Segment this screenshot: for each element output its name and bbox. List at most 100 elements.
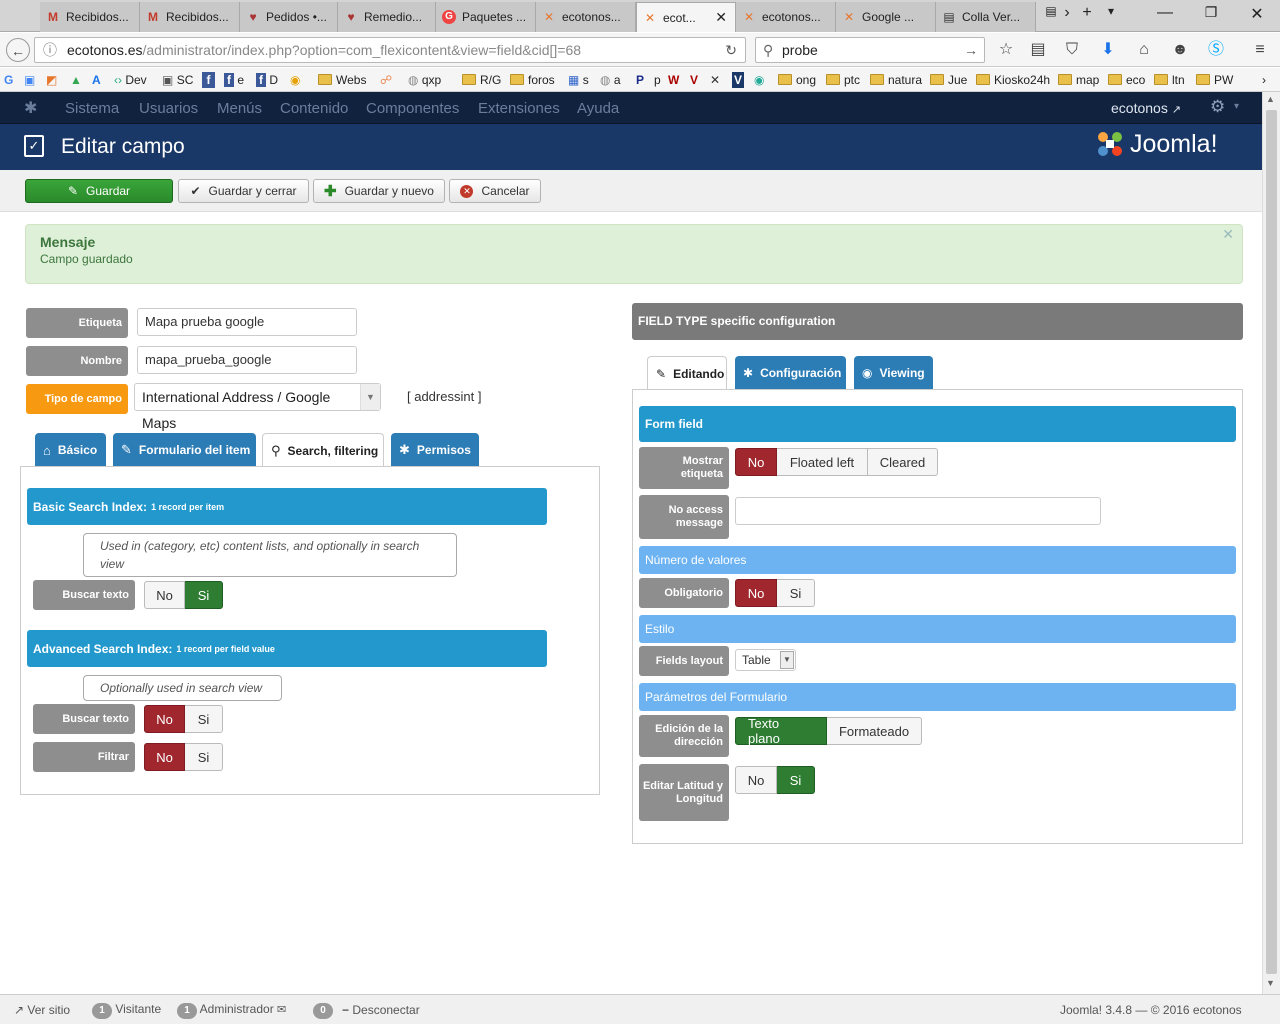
browser-tab[interactable]: ✕ ecotonos... xyxy=(736,2,836,32)
obligatorio-no-button[interactable]: No xyxy=(735,579,777,607)
site-icon[interactable]: V xyxy=(732,72,745,88)
save-button[interactable]: ✎ Guardar xyxy=(25,179,173,203)
tab-basico[interactable]: ⌂ Básico xyxy=(35,433,106,467)
editar-lat-si-button[interactable]: Si xyxy=(777,766,815,794)
cancel-button[interactable]: ✕ Cancelar xyxy=(449,179,541,203)
browser-tab[interactable]: G Paquetes ... xyxy=(436,2,536,32)
bookmarks-overflow-icon[interactable]: › xyxy=(1262,72,1266,88)
save-new-button[interactable]: ✚ Guardar y nuevo xyxy=(313,179,445,203)
bookmark-p-lower[interactable]: p xyxy=(654,72,661,88)
browser-tab[interactable]: ▤ Colla Ver... xyxy=(936,2,1036,32)
bookmark-folder-rg[interactable]: R/G xyxy=(462,72,501,88)
scrollbar-thumb[interactable] xyxy=(1266,110,1277,974)
bookmark-folder-ptc[interactable]: ptc xyxy=(826,72,860,88)
drive-icon[interactable]: ▲ xyxy=(70,72,82,88)
joomla-icon[interactable]: ✱ xyxy=(24,98,37,118)
menu-componentes[interactable]: Componentes xyxy=(366,100,459,117)
bookmark-dev[interactable]: ‹› Dev xyxy=(114,72,147,88)
back-icon[interactable]: ← xyxy=(6,38,30,62)
tab-viewing[interactable]: ◉ Viewing xyxy=(854,356,933,390)
browser-tab[interactable]: M Recibidos... xyxy=(40,2,140,32)
site-icon[interactable]: ◉ xyxy=(290,72,300,88)
bookmark-star-icon[interactable]: ☆ xyxy=(994,38,1018,62)
tab-editando[interactable]: ✎ Editando xyxy=(647,356,727,391)
bookmark-d[interactable]: f D xyxy=(256,72,278,88)
vertical-scrollbar[interactable]: ▲ ▼ xyxy=(1262,92,1280,994)
site-icon[interactable]: V xyxy=(690,72,698,88)
minimize-icon[interactable]: — xyxy=(1150,4,1180,22)
browser-tab-active[interactable]: ✕ ecot... ✕ xyxy=(636,2,736,32)
search-bar[interactable]: ⚲ probe → xyxy=(755,37,985,63)
nombre-input[interactable]: mapa_prueba_google xyxy=(137,346,357,374)
url-bar[interactable]: ⓘ ecotonos.es/administrator/index.php?op… xyxy=(34,37,746,63)
basic-buscar-si-button[interactable]: Si xyxy=(185,581,223,609)
obligatorio-si-button[interactable]: Si xyxy=(777,579,815,607)
tab-formulario-item[interactable]: ✎ Formulario del item xyxy=(113,433,256,467)
bookmark-folder-ong[interactable]: ong xyxy=(778,72,816,88)
adv-buscar-no-button[interactable]: No xyxy=(144,705,185,733)
menu-extensiones[interactable]: Extensiones xyxy=(478,100,560,117)
mostrar-cleared-button[interactable]: Cleared xyxy=(868,448,938,476)
ver-sitio-link[interactable]: ↗ Ver sitio xyxy=(14,1003,70,1017)
scroll-down-icon[interactable]: ▼ xyxy=(1266,978,1275,988)
google-icon[interactable]: G xyxy=(4,72,13,88)
facebook-icon[interactable]: f xyxy=(202,72,215,88)
bookmark-folder-jue[interactable]: Jue xyxy=(930,72,967,88)
menu-usuarios[interactable]: Usuarios xyxy=(139,100,198,117)
reading-list-icon[interactable]: ▤ xyxy=(1026,38,1050,62)
etiqueta-input[interactable]: Mapa prueba google xyxy=(137,308,357,336)
tab-configuracion[interactable]: ✱ Configuración xyxy=(735,356,846,390)
restore-icon[interactable]: ❐ xyxy=(1196,4,1226,21)
mostrar-no-button[interactable]: No xyxy=(735,448,777,476)
menu-icon[interactable]: ≡ xyxy=(1248,38,1272,62)
tab-list-icon[interactable]: ▾ xyxy=(1096,4,1126,18)
tab-permisos[interactable]: ✱ Permisos xyxy=(391,433,479,467)
bookmark-folder-webs[interactable]: Webs xyxy=(318,72,366,88)
menu-sistema[interactable]: Sistema xyxy=(65,100,119,117)
bookmark-s[interactable]: ▦ s xyxy=(568,72,589,88)
bookmark-qxp[interactable]: ◍ qxp xyxy=(408,72,441,88)
site-icon[interactable]: A xyxy=(92,72,101,88)
browser-tab[interactable]: M Recibidos... xyxy=(140,2,240,32)
editar-lat-no-button[interactable]: No xyxy=(735,766,777,794)
adv-buscar-si-button[interactable]: Si xyxy=(185,705,223,733)
browser-tab[interactable]: ♥ Remedio... xyxy=(338,2,436,32)
home-icon[interactable]: ⌂ xyxy=(1132,38,1156,62)
admins-indicator[interactable]: 1 Administrador ✉ xyxy=(177,1002,286,1019)
search-go-icon[interactable]: → xyxy=(964,38,978,62)
site-icon[interactable]: ✕ xyxy=(710,72,720,88)
browser-tab[interactable]: ✕ ecotonos... xyxy=(536,2,636,32)
chat-icon[interactable]: ☻ xyxy=(1168,38,1192,62)
bookmark-folder-eco[interactable]: eco xyxy=(1108,72,1145,88)
gear-icon[interactable]: ⚙ xyxy=(1210,97,1225,117)
save-close-button[interactable]: ✔ Guardar y cerrar xyxy=(178,179,309,203)
tab-search-filtering[interactable]: ⚲ Search, filtering xyxy=(262,433,384,468)
bookmark-folder-pw[interactable]: PW xyxy=(1196,72,1233,88)
wikipedia-icon[interactable]: W xyxy=(668,72,679,88)
downloads-icon[interactable]: ⬇ xyxy=(1096,38,1120,62)
formateado-button[interactable]: Formateado xyxy=(827,717,922,745)
close-icon[interactable]: ✕ xyxy=(1222,226,1234,243)
browser-tab[interactable]: ♥ Pedidos •... xyxy=(240,2,338,32)
basic-buscar-no-button[interactable]: No xyxy=(144,581,185,609)
menu-ayuda[interactable]: Ayuda xyxy=(577,100,619,117)
analytics-icon[interactable]: ◩ xyxy=(46,72,57,88)
pocket-icon[interactable]: ⛉ xyxy=(1060,38,1084,62)
bookmark-a[interactable]: ◍ a xyxy=(600,72,621,88)
bookmark-e[interactable]: f e xyxy=(224,72,244,88)
close-tab-icon[interactable]: ✕ xyxy=(715,9,727,26)
skype-icon[interactable]: Ⓢ xyxy=(1204,38,1228,62)
messages-indicator[interactable]: 0 xyxy=(313,1002,333,1019)
visitors-indicator[interactable]: 1 Visitante xyxy=(92,1002,161,1019)
site-link[interactable]: ecotonos ↗ xyxy=(1111,100,1181,116)
filtrar-si-button[interactable]: Si xyxy=(185,743,223,771)
mostrar-floated-left-button[interactable]: Floated left xyxy=(777,448,868,476)
bookmark-folder-natura[interactable]: natura xyxy=(870,72,922,88)
bookmark-folder-kiosko[interactable]: Kiosko24h xyxy=(976,72,1050,88)
site-icon[interactable]: ☍ xyxy=(380,72,392,88)
bookmark-folder-map[interactable]: map xyxy=(1058,72,1099,88)
texto-plano-button[interactable]: Texto plano xyxy=(735,716,827,746)
bookmark-folder-foros[interactable]: foros xyxy=(510,72,555,88)
fields-layout-select[interactable]: Table ▼ xyxy=(735,649,796,671)
browser-tab[interactable]: ✕ Google ... xyxy=(836,2,936,32)
